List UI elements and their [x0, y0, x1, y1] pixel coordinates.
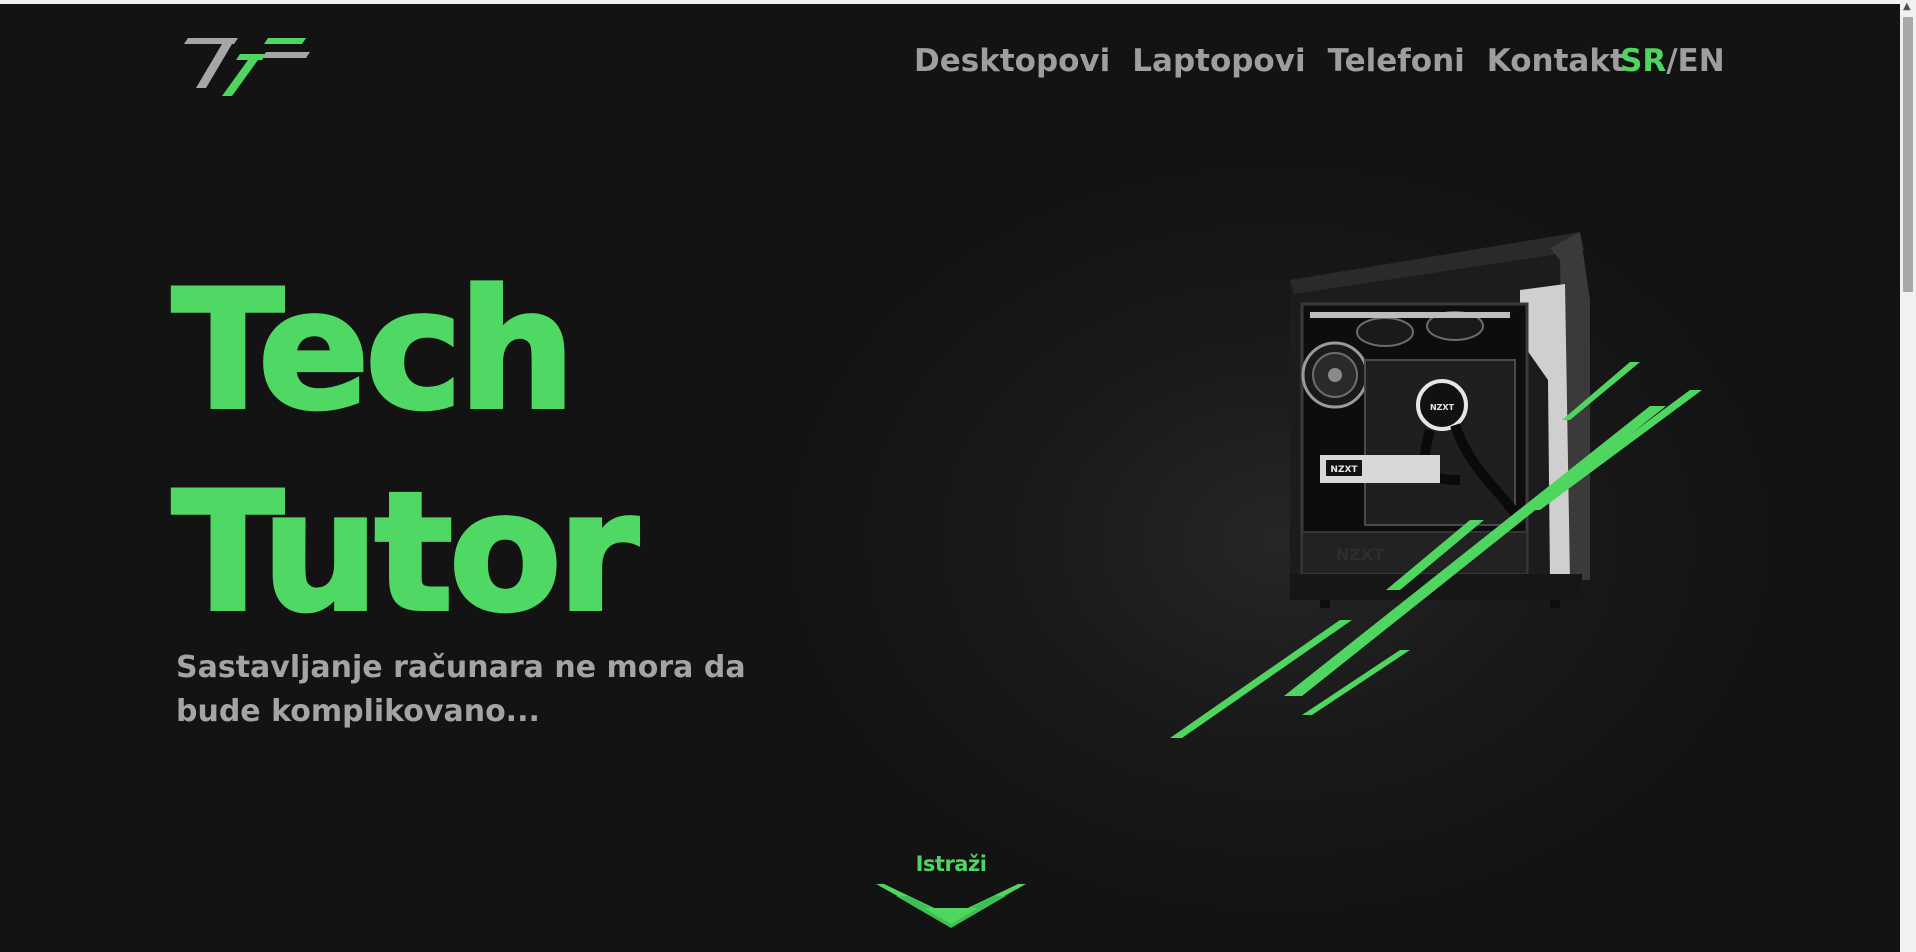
- scrollbar-thumb[interactable]: [1903, 17, 1913, 292]
- explore-label: Istraži: [915, 852, 987, 876]
- hero-title-line1: Tech: [170, 253, 577, 448]
- tech-tutor-logo-icon: [184, 38, 310, 96]
- pc-case-illustration: NZXT NZXT NZXT: [1170, 220, 1710, 750]
- lang-en-link[interactable]: EN: [1678, 43, 1725, 79]
- nav-item-laptopovi[interactable]: Laptopovi: [1132, 43, 1305, 79]
- svg-text:NZXT: NZXT: [1336, 545, 1384, 564]
- hero-title: Tech Tutor: [170, 250, 641, 654]
- svg-text:NZXT: NZXT: [1330, 465, 1358, 475]
- nav-item-telefoni[interactable]: Telefoni: [1328, 43, 1465, 79]
- scroll-up-arrow-icon[interactable]: ▲: [1903, 2, 1911, 12]
- language-switcher: SR / EN: [1620, 38, 1725, 84]
- logo[interactable]: [182, 34, 312, 100]
- chevron-down-icon: [876, 884, 1026, 928]
- page: Desktopovi Laptopovi Telefoni Kontakt SR…: [0, 0, 1916, 952]
- hero-subtitle: Sastavljanje računara ne mora da bude ko…: [176, 650, 746, 729]
- lang-separator: /: [1666, 43, 1678, 79]
- hero-title-line2: Tutor: [170, 455, 641, 650]
- nav-item-desktopovi[interactable]: Desktopovi: [914, 43, 1110, 79]
- pc-case-image: NZXT NZXT NZXT: [1170, 232, 1702, 738]
- lang-sr-link[interactable]: SR: [1620, 43, 1666, 79]
- page-scrollbar[interactable]: ▲: [1900, 0, 1916, 952]
- top-border: [0, 0, 1900, 4]
- main-nav: Desktopovi Laptopovi Telefoni Kontakt: [914, 38, 1647, 84]
- explore-button[interactable]: Istraži: [876, 852, 1026, 952]
- svg-text:NZXT: NZXT: [1430, 403, 1455, 412]
- nav-item-kontakt[interactable]: Kontakt: [1487, 43, 1625, 79]
